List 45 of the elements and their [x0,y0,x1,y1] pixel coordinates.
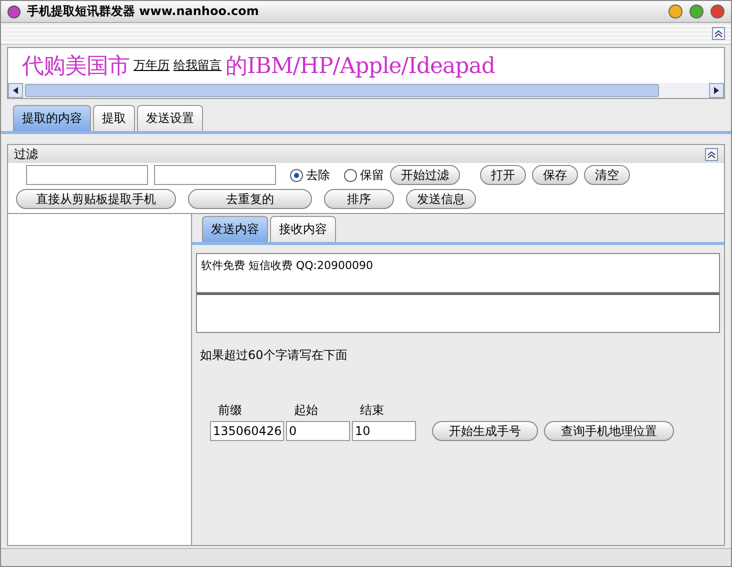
app-icon [7,4,21,18]
tab[interactable]: 发送设置 [137,105,203,131]
scroll-right-icon[interactable] [709,83,724,98]
file-button[interactable]: 保存 [532,165,578,185]
tab[interactable]: 发送内容 [202,216,268,242]
filter-field[interactable] [154,165,276,185]
radio-button[interactable] [344,168,357,182]
number-field[interactable]: 0 [286,421,350,441]
collapse-button[interactable] [705,148,718,160]
tab[interactable]: 接收内容 [270,216,336,242]
message-field[interactable] [196,293,720,333]
number-field[interactable]: 135060426 [210,421,284,441]
banner-link[interactable]: 万年历 [134,57,170,74]
banner-text: 代购美国市 [22,52,130,80]
close-button[interactable] [710,4,725,19]
hint-text: 如果超过60个字请写在下面 [200,347,348,364]
generate-button[interactable]: 查询手机地理位置 [544,421,674,441]
action-button[interactable]: 直接从剪贴板提取手机 [16,189,176,209]
field-label: 结束 [359,402,385,419]
tab[interactable]: 提取的内容 [13,105,91,131]
action-button[interactable]: 发送信息 [406,189,476,209]
start-filter-button[interactable]: 开始过滤 [390,165,460,185]
tab[interactable]: 提取 [93,105,135,131]
scroll-left-icon[interactable] [8,83,23,98]
action-button[interactable]: 去重复的 [188,189,312,209]
banner-link[interactable]: 给我留言 [174,57,222,74]
maximize-button[interactable] [689,4,704,19]
radio-button[interactable] [290,168,303,182]
banner-text: 的IBM/HP/Apple/Ideapad [226,52,495,80]
generate-button[interactable]: 开始生成手号 [432,421,538,441]
filter-field[interactable] [26,165,148,185]
field-label: 前缀 [217,402,243,419]
file-button[interactable]: 打开 [480,165,526,185]
radio-label: 保留 [360,166,384,184]
radio-label: 去除 [306,166,330,184]
window-title: 手机提取短讯群发器 www.nanhoo.com [27,3,260,20]
panel-title: 过滤 [14,146,38,162]
number-field[interactable]: 10 [352,421,416,441]
action-button[interactable]: 排序 [324,189,394,209]
minimize-button[interactable] [668,4,683,19]
file-button[interactable]: 清空 [584,165,630,185]
scroll-thumb[interactable] [25,84,659,97]
message-field[interactable]: 软件免费 短信收费 QQ:20900090 [196,253,720,293]
collapse-button[interactable] [712,27,725,40]
field-label: 起始 [293,402,319,419]
